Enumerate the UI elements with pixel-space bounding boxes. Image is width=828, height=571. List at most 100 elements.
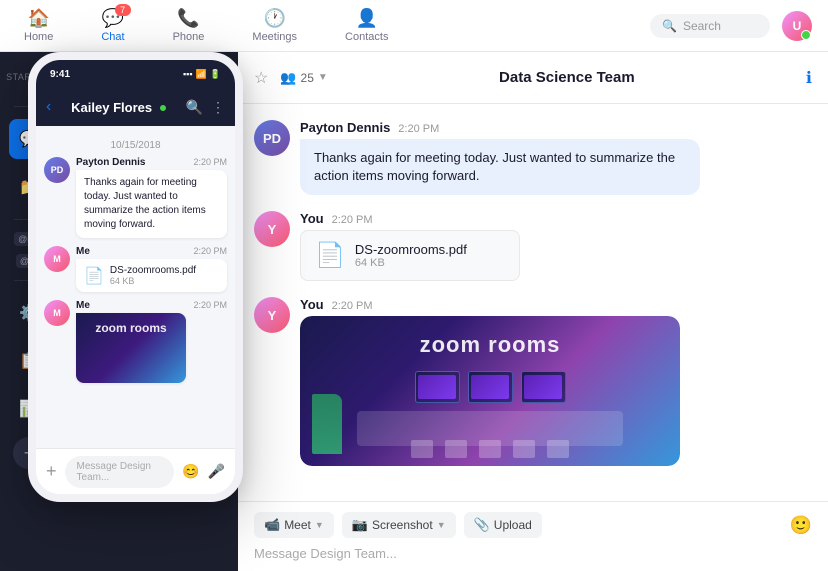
members-info[interactable]: 👥 25 ▼ xyxy=(280,70,327,86)
phone-message-3: M Me 2:20 PM zoom rooms xyxy=(44,300,227,383)
nav-chat[interactable]: 💬 Chat 7 xyxy=(93,4,132,47)
phone-time: 9:41 xyxy=(50,69,70,80)
phone-msg-meta-2: Me 2:20 PM xyxy=(76,246,227,257)
meet-chevron: ▼ xyxy=(315,520,324,530)
you-avatar-2: Y xyxy=(254,297,290,333)
search-box[interactable]: 🔍 Search xyxy=(650,14,770,38)
phone-pdf-icon: 📄 xyxy=(84,266,104,286)
phone-status-icons: ▪▪▪ 📶 🔋 xyxy=(183,69,221,80)
phone-zoom-image: zoom rooms xyxy=(76,313,186,383)
phone-status-bar: 9:41 ▪▪▪ 📶 🔋 xyxy=(36,60,235,88)
pdf-icon: 📄 xyxy=(315,241,345,270)
phone-file-size: 64 KB xyxy=(110,276,196,286)
phone-msg-body-2: Me 2:20 PM 📄 DS-zoomrooms.pdf 64 KB xyxy=(76,246,227,292)
meet-button[interactable]: 📹 Meet ▼ xyxy=(254,512,334,538)
time-1: 2:20 PM xyxy=(398,123,439,135)
message-input[interactable] xyxy=(254,546,812,561)
chat-label: Chat xyxy=(101,31,124,43)
phone-add-button[interactable]: + xyxy=(46,461,57,482)
phone-back-button[interactable]: ‹ xyxy=(46,98,51,116)
phone-file-info: DS-zoomrooms.pdf 64 KB xyxy=(110,265,196,286)
message-3-body: You 2:20 PM zoom rooms xyxy=(300,297,812,466)
contacts-icon: 👤 xyxy=(356,8,378,29)
file-info: DS-zoomrooms.pdf 64 KB xyxy=(355,242,467,269)
phone-time-2: 2:20 PM xyxy=(193,246,227,256)
nav-meetings[interactable]: 🕐 Meetings xyxy=(244,4,305,47)
screenshot-button[interactable]: 📷 Screenshot ▼ xyxy=(342,512,456,538)
phone-chat-area: 10/15/2018 PD Payton Dennis 2:20 PM Than… xyxy=(36,126,235,448)
phone-more-icon[interactable]: ⋮ xyxy=(211,99,225,116)
search-icon: 🔍 xyxy=(662,19,677,33)
phone-file-card[interactable]: 📄 DS-zoomrooms.pdf 64 KB xyxy=(76,259,227,292)
you-avatar-1: Y xyxy=(254,211,290,247)
signal-icon: ▪▪▪ xyxy=(183,69,193,79)
nav-home[interactable]: 🏠 Home xyxy=(16,4,61,47)
top-navigation: 🏠 Home 💬 Chat 7 📞 Phone 🕐 Meetings 👤 Con… xyxy=(0,0,828,52)
phone-message-1: PD Payton Dennis 2:20 PM Thanks again fo… xyxy=(44,157,227,238)
phone-date-divider: 10/15/2018 xyxy=(44,140,227,151)
phone-mic-button[interactable]: 🎤 xyxy=(208,463,225,480)
emoji-button[interactable]: 🙂 xyxy=(790,515,812,536)
battery-icon: 🔋 xyxy=(210,69,221,80)
contacts-label: Contacts xyxy=(345,31,388,43)
phone-avatar-1: PD xyxy=(44,157,70,183)
message-2-body: You 2:20 PM 📄 DS-zoomrooms.pdf 64 KB xyxy=(300,211,812,281)
info-icon[interactable]: ℹ xyxy=(806,68,812,88)
phone-msg-meta-1: Payton Dennis 2:20 PM xyxy=(76,157,227,168)
phone-msg-meta-3: Me 2:20 PM xyxy=(76,300,227,311)
phone-msg-body-3: Me 2:20 PM zoom rooms xyxy=(76,300,227,383)
phone-search-icon[interactable]: 🔍 xyxy=(186,99,203,116)
zoom-room-image: zoom rooms xyxy=(300,316,680,466)
phone-header-icons: 🔍 ⋮ xyxy=(186,99,225,116)
phone-emoji-button[interactable]: 😊 xyxy=(182,463,199,480)
sender-3: You xyxy=(300,297,324,312)
message-2-meta: You 2:20 PM xyxy=(300,211,812,226)
phone-label: Phone xyxy=(173,31,205,43)
chat-image: zoom rooms xyxy=(300,316,680,466)
phone-message-input[interactable]: Message Design Team... xyxy=(65,456,175,488)
file-size: 64 KB xyxy=(355,257,467,269)
file-attachment[interactable]: 📄 DS-zoomrooms.pdf 64 KB xyxy=(300,230,520,281)
meet-icon: 📹 xyxy=(264,517,280,533)
message-1-bubble: Thanks again for meeting today. Just wan… xyxy=(300,139,700,195)
monitor-1 xyxy=(415,371,460,403)
phone-header: ‹ Kailey Flores 🔍 ⋮ xyxy=(36,88,235,126)
phone-avatar-2: M xyxy=(44,246,70,272)
chat-input-row xyxy=(254,546,812,561)
screenshot-icon: 📷 xyxy=(352,517,368,533)
phone-input-area: + Message Design Team... 😊 🎤 xyxy=(36,448,235,494)
payton-avatar: PD xyxy=(254,120,290,156)
zoom-logo: zoom rooms xyxy=(420,332,561,358)
home-label: Home xyxy=(24,31,53,43)
chair-1 xyxy=(411,440,433,458)
screenshot-label: Screenshot xyxy=(372,518,433,532)
phone-file-name: DS-zoomrooms.pdf xyxy=(110,265,196,276)
phone-sender-2: Me xyxy=(76,246,90,257)
nav-items: 🏠 Home 💬 Chat 7 📞 Phone 🕐 Meetings 👤 Con… xyxy=(16,4,396,47)
phone-icon: 📞 xyxy=(177,8,199,29)
chat-header: ☆ 👥 25 ▼ Data Science Team ℹ xyxy=(238,52,828,104)
phone-time-1: 2:20 PM xyxy=(193,157,227,167)
phone-zoom-logo: zoom rooms xyxy=(95,321,166,335)
nav-phone[interactable]: 📞 Phone xyxy=(165,4,213,47)
chair-5 xyxy=(547,440,569,458)
messages-area: PD Payton Dennis 2:20 PM Thanks again fo… xyxy=(238,104,828,501)
wifi-icon: 📶 xyxy=(196,69,207,80)
sender-2: You xyxy=(300,211,324,226)
upload-label: Upload xyxy=(494,518,532,532)
phone-image-card: zoom rooms xyxy=(76,313,186,383)
phone-mockup: 9:41 ▪▪▪ 📶 🔋 ‹ Kailey Flores 🔍 ⋮ 10/15/2… xyxy=(28,52,243,502)
phone-time-3: 2:20 PM xyxy=(193,300,227,310)
meet-label: Meet xyxy=(284,518,311,532)
meetings-label: Meetings xyxy=(252,31,297,43)
message-row-3: Y You 2:20 PM zoom rooms xyxy=(254,297,812,466)
phone-avatar-3: M xyxy=(44,300,70,326)
phone-msg-body-1: Payton Dennis 2:20 PM Thanks again for m… xyxy=(76,157,227,238)
message-1-meta: Payton Dennis 2:20 PM xyxy=(300,120,812,135)
bookmark-icon[interactable]: ☆ xyxy=(254,68,268,88)
nav-contacts[interactable]: 👤 Contacts xyxy=(337,4,396,47)
user-avatar[interactable]: U xyxy=(782,11,812,41)
phone-bubble-1: Thanks again for meeting today. Just wan… xyxy=(76,170,227,238)
upload-button[interactable]: 📎 Upload xyxy=(464,512,542,538)
home-icon: 🏠 xyxy=(27,8,49,29)
